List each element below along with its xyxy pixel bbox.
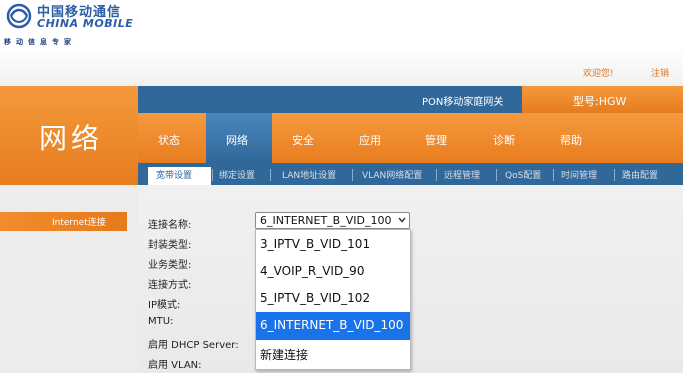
subnav-divider bbox=[496, 169, 497, 181]
dropdown-option[interactable]: 5_IPTV_B_VID_102 bbox=[256, 285, 410, 313]
nav-tab-diagnostics[interactable]: 诊断 bbox=[493, 132, 515, 148]
dropdown-option-label: 5_IPTV_B_VID_102 bbox=[260, 291, 371, 305]
dropdown-option-label: 3_IPTV_B_VID_101 bbox=[260, 237, 371, 251]
device-title: PON移动家庭网关 bbox=[422, 97, 504, 108]
subnav-lan-settings[interactable]: LAN地址设置 bbox=[282, 168, 336, 181]
nav-tab-status[interactable]: 状态 bbox=[158, 132, 180, 148]
subnav-remote-management[interactable]: 远程管理 bbox=[444, 168, 480, 181]
dropdown-option[interactable]: 3_IPTV_B_VID_101 bbox=[256, 231, 410, 259]
subnav-divider bbox=[352, 169, 353, 181]
subnav-divider bbox=[553, 169, 554, 181]
subnav-divider bbox=[270, 169, 271, 181]
dropdown-option-label: 新建连接 bbox=[260, 348, 309, 362]
brand-slogan: 移动信息专家 bbox=[4, 38, 76, 46]
subnav-broadband-settings[interactable]: 宽带设置 bbox=[156, 168, 192, 181]
subnav-divider bbox=[212, 169, 213, 181]
dropdown-option-label: 4_VOIP_R_VID_90 bbox=[260, 264, 365, 278]
subnav-divider bbox=[436, 169, 437, 181]
nav-tab-network[interactable]: 网络 bbox=[226, 132, 248, 148]
dropdown-option-new-connection[interactable]: 新建连接 bbox=[256, 340, 410, 368]
subnav-route-config[interactable]: 路由配置 bbox=[622, 168, 658, 181]
label-mtu: MTU: bbox=[148, 316, 174, 327]
section-title: 网络 bbox=[39, 122, 104, 155]
logout-link[interactable]: 注销 bbox=[651, 66, 669, 79]
chevron-down-icon bbox=[398, 217, 406, 223]
connection-name-select[interactable]: 6_INTERNET_B_VID_100 bbox=[255, 212, 410, 229]
china-mobile-logo-icon bbox=[6, 3, 32, 29]
subnav-divider bbox=[614, 169, 615, 181]
label-service-type: 业务类型: bbox=[148, 260, 192, 271]
connection-name-value: 6_INTERNET_B_VID_100 bbox=[260, 214, 392, 227]
sidebar-item-label: Internet连接 bbox=[52, 218, 106, 228]
nav-tab-help[interactable]: 帮助 bbox=[560, 132, 582, 148]
dropdown-option-selected[interactable]: 6_INTERNET_B_VID_100 bbox=[256, 312, 410, 340]
subnav-qos-config[interactable]: QoS配置 bbox=[505, 168, 541, 181]
dropdown-option-label: 6_INTERNET_B_VID_100 bbox=[260, 318, 404, 332]
label-encapsulation-type: 封装类型: bbox=[148, 240, 192, 251]
label-enable-vlan: 启用 VLAN: bbox=[148, 360, 202, 371]
nav-tab-security[interactable]: 安全 bbox=[292, 132, 314, 148]
dropdown-option[interactable]: 4_VOIP_R_VID_90 bbox=[256, 258, 410, 286]
label-ip-mode: IP模式: bbox=[148, 300, 181, 311]
nav-tab-application[interactable]: 应用 bbox=[359, 132, 381, 148]
subnav-time-management[interactable]: 时间管理 bbox=[561, 168, 597, 181]
connection-name-dropdown: 3_IPTV_B_VID_101 4_VOIP_R_VID_90 5_IPTV_… bbox=[255, 229, 411, 370]
device-model: 型号:HGW bbox=[573, 95, 627, 108]
nav-tab-management[interactable]: 管理 bbox=[425, 132, 447, 148]
welcome-text: 欢迎您! bbox=[583, 69, 614, 79]
label-connection-mode: 连接方式: bbox=[148, 280, 192, 291]
brand-name-en: CHINA MOBILE bbox=[37, 17, 134, 30]
subnav-binding-settings[interactable]: 绑定设置 bbox=[219, 168, 255, 181]
label-connection-name: 连接名称: bbox=[148, 220, 192, 231]
subnav-vlan-config[interactable]: VLAN网络配置 bbox=[362, 168, 422, 181]
label-enable-dhcp-server: 启用 DHCP Server: bbox=[148, 340, 239, 351]
top-header: 中国移动通信 CHINA MOBILE 移动信息专家 欢迎您! 注销 bbox=[0, 0, 683, 86]
